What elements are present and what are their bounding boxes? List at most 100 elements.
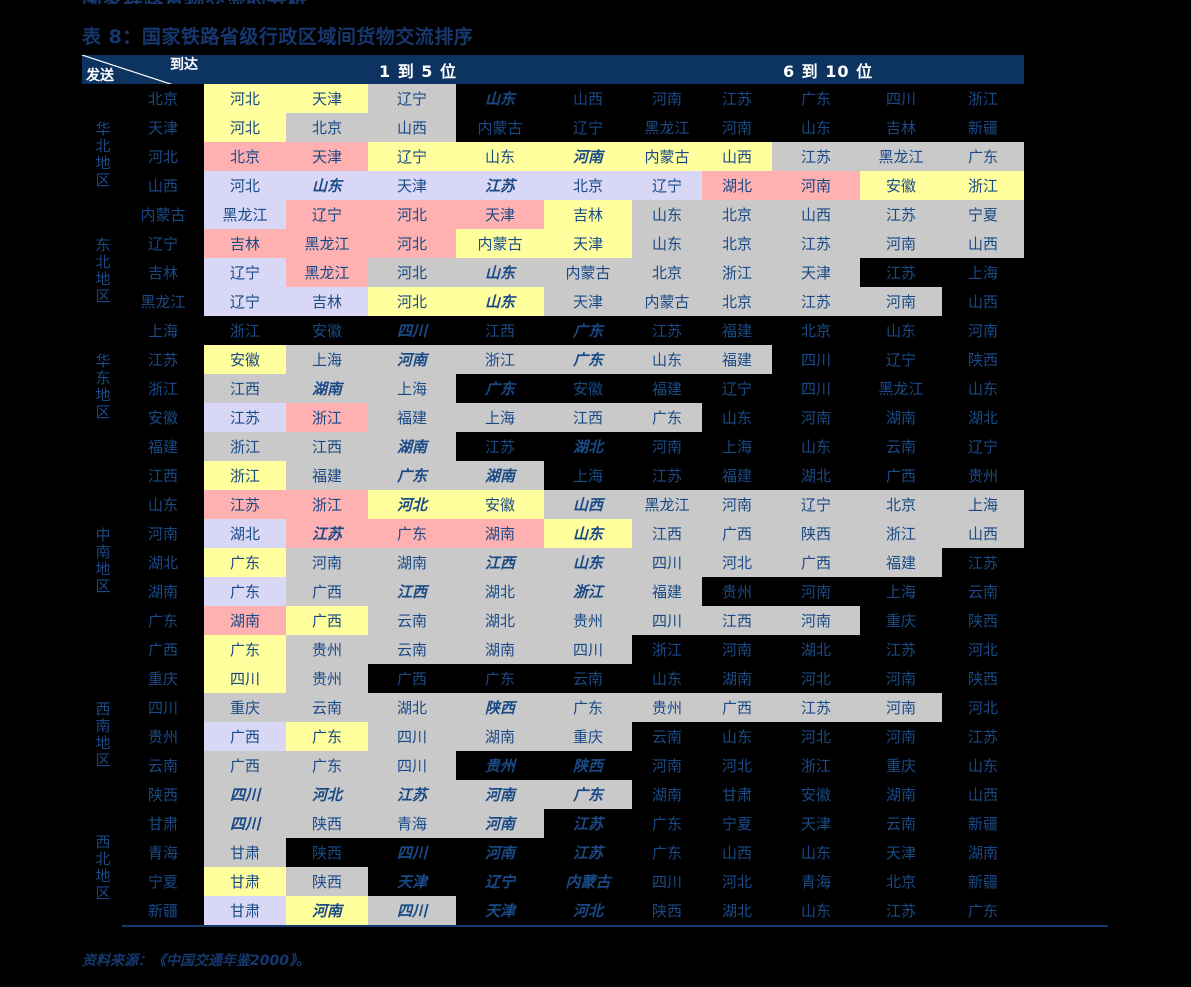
page-root: 国家铁路货物交流的分析 表 8：国家铁路省级行政区域间货物交流排序 到达 发送 xyxy=(0,0,1191,987)
rank-cell: 江苏 xyxy=(204,490,286,519)
rank-cell: 安徽 xyxy=(204,345,286,374)
rank-cell: 广东 xyxy=(204,548,286,577)
rank-cell: 新疆 xyxy=(942,867,1025,896)
rank-cell: 贵州 xyxy=(632,693,703,722)
rank-cell: 山东 xyxy=(772,432,861,461)
rank-cell: 山东 xyxy=(456,258,544,287)
rank-cell: 黑龙江 xyxy=(204,200,286,229)
rank-cell: 福建 xyxy=(702,345,773,374)
rank-cell: 浙江 xyxy=(772,751,861,780)
rank-cell: 河北 xyxy=(204,84,286,113)
rank-cell: 浙江 xyxy=(204,432,286,461)
rank-cell: 河北 xyxy=(368,229,456,258)
rank-cell: 江苏 xyxy=(772,142,861,171)
rank-cell: 天津 xyxy=(456,200,544,229)
region-label: 西北地区 xyxy=(82,809,122,930)
origin-province-label: 河南 xyxy=(122,519,204,548)
rank-cell: 山西 xyxy=(942,780,1025,809)
rank-cell: 山西 xyxy=(942,287,1025,316)
origin-province-label: 广东 xyxy=(122,606,204,635)
header-sending-label: 发送 xyxy=(86,68,114,84)
table-row: 湖北 广东 河南 湖南 江西 山东 四川 河北 广西 福建 江苏 xyxy=(82,548,1108,577)
rank-cell: 山东 xyxy=(632,200,703,229)
rank-cell: 上海 xyxy=(702,432,773,461)
rank-cell: 浙江 xyxy=(286,403,368,432)
source-note: 资料来源：《中国交通年鉴2000》。 xyxy=(82,953,310,969)
rank-cell: 云南 xyxy=(368,635,456,664)
rank-cell: 陕西 xyxy=(286,809,368,838)
rank-cell: 江苏 xyxy=(368,780,456,809)
header-group-1-5: 1 到 5 位 xyxy=(204,55,633,84)
rank-cell: 河北 xyxy=(772,722,861,751)
rank-cell: 福建 xyxy=(702,316,773,345)
rank-cell: 广西 xyxy=(204,751,286,780)
header-group-6-10: 6 到 10 位 xyxy=(632,55,1025,84)
rank-cell: 云南 xyxy=(286,693,368,722)
rank-cell: 上海 xyxy=(286,345,368,374)
rank-cell: 广东 xyxy=(368,461,456,490)
rank-cell: 湖南 xyxy=(942,838,1025,867)
rank-cell: 四川 xyxy=(204,664,286,693)
rank-cell: 辽宁 xyxy=(702,374,773,403)
rank-cell: 青海 xyxy=(368,809,456,838)
rank-cell: 湖南 xyxy=(860,780,943,809)
rank-cell: 江苏 xyxy=(456,432,544,461)
rank-cell: 安徽 xyxy=(860,171,943,200)
rank-cell: 四川 xyxy=(632,867,703,896)
rank-cell: 天津 xyxy=(368,867,456,896)
table-row: 山西 河北 山东 天津 江苏 北京 辽宁 湖北 河南 安徽 浙江 xyxy=(82,171,1108,200)
rank-cell: 山西 xyxy=(544,490,633,519)
rank-cell: 河北 xyxy=(702,751,773,780)
rank-cell: 辽宁 xyxy=(772,490,861,519)
rank-cell: 江苏 xyxy=(702,84,773,113)
rank-cell: 福建 xyxy=(702,461,773,490)
table-row: 天津 河北 北京 山西 内蒙古 辽宁 黑龙江 河南 山东 吉林 新疆 xyxy=(82,113,1108,142)
rank-cell: 贵州 xyxy=(942,461,1025,490)
rank-cell: 内蒙古 xyxy=(632,142,703,171)
rank-cell: 北京 xyxy=(860,490,943,519)
table-row: 西北地区 甘肃 四川 陕西 青海 河南 江苏 广东 宁夏 天津 云南 新疆 xyxy=(82,809,1108,930)
rank-cell: 江西 xyxy=(702,606,773,635)
rank-cell: 山东 xyxy=(772,896,861,926)
table-row: 黑龙江 辽宁 吉林 河北 山东 天津 内蒙古 北京 江苏 河南 山西 xyxy=(82,287,1108,316)
table-row: 华东地区 上海 浙江 安徽 四川 江西 广东 江苏 福建 北京 山东 河南 xyxy=(82,316,1108,461)
rank-cell: 湖南 xyxy=(456,461,544,490)
table-row: 新疆 甘肃 河南 四川 天津 河北 陕西 湖北 山东 江苏 广东 xyxy=(82,896,1108,926)
rank-cell: 江苏 xyxy=(772,287,861,316)
rank-cell: 江苏 xyxy=(860,258,943,287)
table-row: 河南 湖北 江苏 广东 湖南 山东 江西 广西 陕西 浙江 山西 xyxy=(82,519,1108,548)
rank-cell: 上海 xyxy=(368,374,456,403)
rank-cell: 贵州 xyxy=(702,577,773,606)
rank-cell: 天津 xyxy=(860,838,943,867)
rank-cell: 山东 xyxy=(702,403,773,432)
rank-cell: 陕西 xyxy=(942,664,1025,693)
rank-cell: 陕西 xyxy=(632,896,703,926)
rank-cell: 山东 xyxy=(456,142,544,171)
table-row: 贵州 广西 广东 四川 湖南 重庆 云南 山东 河北 河南 江苏 xyxy=(82,722,1108,751)
rank-cell: 湖南 xyxy=(456,722,544,751)
rank-cell: 湖北 xyxy=(368,693,456,722)
rank-cell: 黑龙江 xyxy=(286,229,368,258)
rank-cell: 江苏 xyxy=(942,548,1025,577)
rank-cell: 江苏 xyxy=(456,171,544,200)
rank-cell: 河北 xyxy=(702,867,773,896)
rank-cell: 云南 xyxy=(860,809,943,838)
rank-cell: 浙江 xyxy=(286,490,368,519)
table-row: 广东 湖南 广西 云南 湖北 贵州 四川 江西 河南 重庆 陕西 xyxy=(82,606,1108,635)
rank-cell: 山西 xyxy=(702,838,773,867)
rank-cell: 天津 xyxy=(544,287,633,316)
table-row: 江苏 安徽 上海 河南 浙江 广东 山东 福建 四川 辽宁 陕西 xyxy=(82,345,1108,374)
origin-province-label: 四川 xyxy=(122,693,204,722)
rank-cell: 甘肃 xyxy=(204,867,286,896)
rank-cell: 河南 xyxy=(860,693,943,722)
region-label: 西南地区 xyxy=(82,664,122,809)
rank-cell: 陕西 xyxy=(286,867,368,896)
region-label-text: 西南地区 xyxy=(93,701,112,769)
rank-cell: 河北 xyxy=(204,171,286,200)
rank-cell: 湖北 xyxy=(772,461,861,490)
rank-cell: 河南 xyxy=(860,287,943,316)
region-label-text: 华北地区 xyxy=(93,121,112,189)
rank-cell: 重庆 xyxy=(204,693,286,722)
rank-cell: 广西 xyxy=(772,548,861,577)
region-label-text: 东北地区 xyxy=(93,237,112,305)
